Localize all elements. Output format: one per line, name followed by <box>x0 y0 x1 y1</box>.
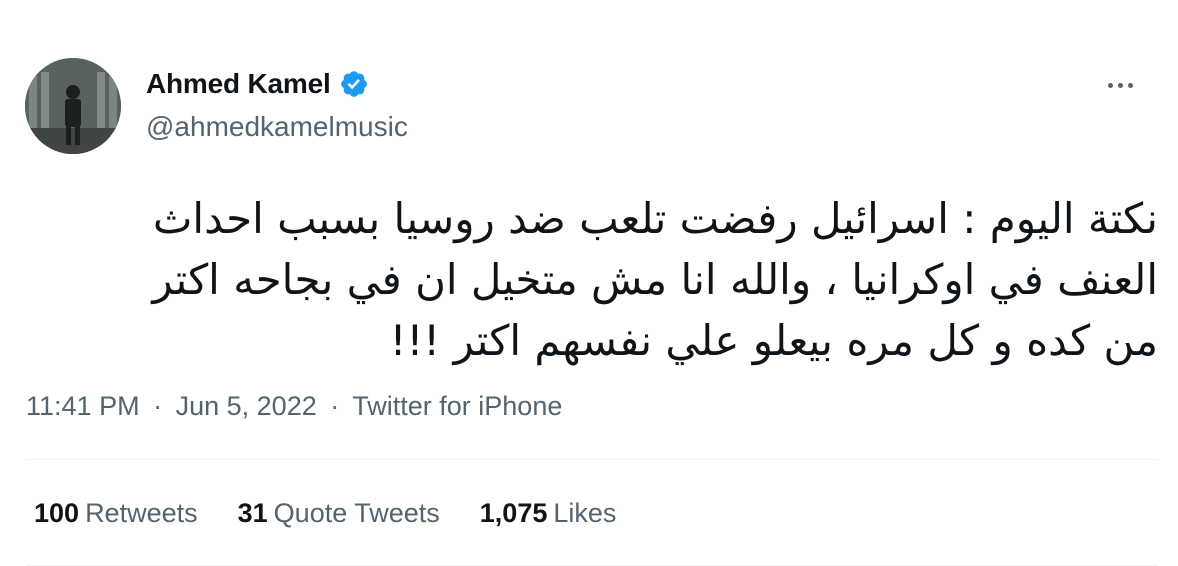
retweets-stat[interactable]: 100 Retweets <box>34 498 198 529</box>
more-dot <box>1107 82 1113 88</box>
engagement-stats: 100 Retweets 31 Quote Tweets 1,075 Likes <box>34 498 616 529</box>
tweet-text-line: من كده و كل مره بيعلو علي نفسهم اكتر !!! <box>389 316 1158 365</box>
divider <box>26 459 1158 460</box>
quote-tweets-label: Quote Tweets <box>273 498 440 528</box>
author-name-row: Ahmed Kamel <box>146 68 369 100</box>
more-dot <box>1117 82 1123 88</box>
tweet-date[interactable]: Jun 5, 2022 <box>176 391 317 421</box>
tweet-time[interactable]: 11:41 PM <box>26 391 140 421</box>
verified-badge-icon <box>340 71 367 97</box>
tweet-source[interactable]: Twitter for iPhone <box>352 391 562 421</box>
more-horizontal-icon[interactable] <box>1100 70 1140 100</box>
avatar-photo <box>25 58 121 154</box>
tweet-card: Ahmed Kamel @ahmedkamelmusic نكتة اليوم … <box>0 0 1178 566</box>
likes-count: 1,075 <box>479 498 548 528</box>
tweet-text-line: العنف في اوكرانيا ، والله انا مش متخيل ا… <box>152 255 1158 304</box>
retweets-label: Retweets <box>85 498 198 528</box>
tweet-text-line: نكتة اليوم : اسرائيل رفضت تلعب ضد روسيا … <box>152 194 1158 243</box>
tweet-text: نكتة اليوم : اسرائيل رفضت تلعب ضد روسيا … <box>30 188 1158 371</box>
author-display-name[interactable]: Ahmed Kamel <box>146 68 331 100</box>
author-handle[interactable]: @ahmedkamelmusic <box>146 111 408 143</box>
avatar[interactable] <box>25 58 121 154</box>
more-dot <box>1127 82 1133 88</box>
likes-stat[interactable]: 1,075 Likes <box>480 498 617 529</box>
quote-tweets-count: 31 <box>237 498 268 528</box>
meta-separator: · <box>330 391 340 421</box>
likes-label: Likes <box>553 498 617 528</box>
retweets-count: 100 <box>34 498 80 528</box>
meta-separator: · <box>153 391 163 421</box>
tweet-metadata: 11:41 PM · Jun 5, 2022 · Twitter for iPh… <box>26 391 562 422</box>
quote-tweets-stat[interactable]: 31 Quote Tweets <box>238 498 440 529</box>
